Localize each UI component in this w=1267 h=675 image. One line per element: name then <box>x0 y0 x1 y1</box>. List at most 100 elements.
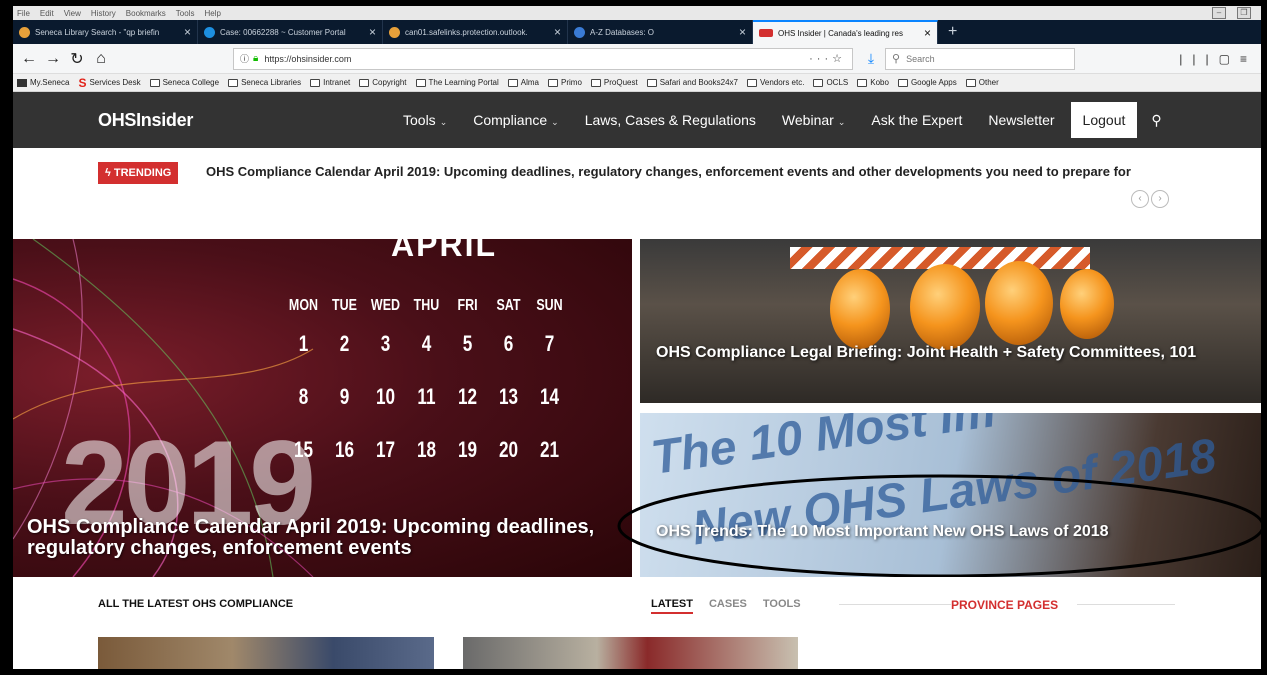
province-pages-heading[interactable]: PROVINCE PAGES <box>951 598 1058 612</box>
hero-feature-ohs-trends[interactable]: The 10 Most Im New OHS Laws of 2018 OHS … <box>640 413 1261 577</box>
tab-label: OHS Insider | Canada's leading res <box>778 28 904 38</box>
menu-edit[interactable]: Edit <box>40 9 54 18</box>
bookmark-primo[interactable]: Primo <box>548 78 582 87</box>
nav-compliance[interactable]: Compliance ⌄ <box>473 112 558 128</box>
calendar-date: 12 <box>457 384 478 409</box>
site-logo[interactable]: OHSInsider <box>98 110 193 131</box>
forward-icon[interactable]: → <box>41 50 65 68</box>
tab-ohs-insider[interactable]: OHS Insider | Canada's leading res × <box>753 20 938 44</box>
folder-icon <box>590 78 601 87</box>
bookmark-copyright[interactable]: Copyright <box>359 78 407 87</box>
calendar-date: 4 <box>421 331 432 356</box>
info-icon[interactable]: ⓘ <box>240 52 249 65</box>
menu-bar: File Edit View History Bookmarks Tools H… <box>13 6 1261 20</box>
menu-view[interactable]: View <box>64 9 81 18</box>
hero-feature-title[interactable]: OHS Compliance Calendar April 2019: Upco… <box>27 517 617 559</box>
calendar-date: 18 <box>416 437 437 462</box>
article-thumbnail[interactable] <box>98 637 434 669</box>
restore-icon[interactable]: ❐ <box>1237 7 1251 19</box>
navigation-bar: ← → ↻ ⌂ ⓘ 🔒︎ https://ohsinsider.com ···☆… <box>13 44 1261 74</box>
bookmark-other[interactable]: Other <box>965 78 999 87</box>
calendar-day: SAT <box>496 297 521 314</box>
folder-icon <box>415 78 426 87</box>
minimize-icon[interactable]: – <box>1212 7 1226 19</box>
folder-icon <box>548 78 558 87</box>
nav-laws-cases-regulations[interactable]: Laws, Cases & Regulations <box>585 112 756 128</box>
bookmark-google-apps[interactable]: Google Apps <box>897 78 957 87</box>
new-tab-icon[interactable]: + <box>938 20 967 44</box>
folder-icon <box>359 78 370 87</box>
close-icon[interactable]: × <box>739 25 746 39</box>
nav-webinar[interactable]: Webinar ⌄ <box>782 112 845 128</box>
close-icon[interactable]: × <box>184 25 191 39</box>
logout-button[interactable]: Logout <box>1070 102 1138 138</box>
tab-cases[interactable]: CASES <box>709 598 747 614</box>
calendar-day: SUN <box>536 297 563 314</box>
bookmark-services-desk[interactable]: S Services Desk <box>78 76 140 90</box>
database-favicon-icon <box>574 26 585 38</box>
chevron-down-icon: ⌄ <box>837 117 846 127</box>
folder-icon <box>965 78 976 87</box>
nav-tools[interactable]: Tools ⌄ <box>403 112 447 128</box>
menu-history[interactable]: History <box>91 9 116 18</box>
search-input[interactable]: ⚲ Search <box>885 47 1075 70</box>
menu-file[interactable]: File <box>17 9 30 18</box>
tab-tools[interactable]: TOOLS <box>763 598 801 614</box>
calendar-day: FRI <box>457 297 478 314</box>
folder-icon <box>746 78 757 87</box>
folder-icon <box>646 78 657 87</box>
nav-newsletter[interactable]: Newsletter <box>988 112 1054 128</box>
close-icon[interactable]: × <box>924 26 931 40</box>
tab-az-databases[interactable]: A-Z Databases: O × <box>568 20 753 44</box>
bookmark-alma[interactable]: Alma <box>507 78 539 87</box>
close-icon[interactable]: × <box>369 25 376 39</box>
tab-customer-portal[interactable]: Case: 00662288 ~ Customer Portal × <box>198 20 383 44</box>
home-icon[interactable]: ⌂ <box>89 50 113 68</box>
chevron-right-icon[interactable]: › <box>1151 190 1169 208</box>
calendar-date: 14 <box>539 384 560 409</box>
tab-latest[interactable]: LATEST <box>651 598 693 614</box>
menu-help[interactable]: Help <box>204 9 220 18</box>
bookmark-proquest[interactable]: ProQuest <box>590 78 638 87</box>
menu-bookmarks[interactable]: Bookmarks <box>126 9 166 18</box>
tab-safelinks[interactable]: can01.safelinks.protection.outlook. × <box>383 20 568 44</box>
ohs-favicon-icon <box>759 29 773 37</box>
hero-feature-title[interactable]: OHS Trends: The 10 Most Important New OH… <box>656 523 1109 541</box>
bookmark-safari[interactable]: Safari and Books24x7 <box>646 78 738 87</box>
chevron-left-icon[interactable]: ‹ <box>1131 190 1149 208</box>
tab-seneca-library[interactable]: Seneca Library Search - "qp briefin × <box>13 20 198 44</box>
bookmark-seneca-college[interactable]: Seneca College <box>149 78 219 87</box>
bookmark-intranet[interactable]: Intranet <box>310 78 350 87</box>
bookmark-my-seneca[interactable]: My.Seneca <box>17 78 69 87</box>
library-icon[interactable]: |||▢≡ <box>1179 52 1257 66</box>
divider <box>839 604 951 605</box>
page-actions-icon[interactable]: ···☆ <box>809 52 846 65</box>
seneca-icon <box>17 78 27 87</box>
nav-ask-the-expert[interactable]: Ask the Expert <box>871 112 962 128</box>
site-header: OHSInsider Tools ⌄ Compliance ⌄ Laws, Case… <box>13 92 1261 148</box>
address-bar[interactable]: ⓘ 🔒︎ https://ohsinsider.com ···☆ <box>233 47 853 70</box>
trending-headline-link[interactable]: OHS Compliance Calendar April 2019: Upco… <box>206 164 1131 179</box>
bookmark-kobo[interactable]: Kobo <box>857 78 889 87</box>
close-icon[interactable]: × <box>554 25 561 39</box>
bookmark-ocls[interactable]: OCLS <box>813 78 848 87</box>
calendar-date: 9 <box>339 384 350 409</box>
search-icon[interactable]: ⚲ <box>1151 112 1161 129</box>
hero-feature-calendar[interactable]: APRIL MON TUE WED THU FRI SAT SUN 1 2 3 … <box>13 239 632 577</box>
hero-feature-legal-briefing[interactable]: OHS Compliance Legal Briefing: Joint Hea… <box>640 239 1261 403</box>
calendar-date: 5 <box>462 331 473 356</box>
bookmark-learning-portal[interactable]: The Learning Portal <box>415 78 499 87</box>
calendar-date: 21 <box>539 437 560 462</box>
menu-tools[interactable]: Tools <box>176 9 195 18</box>
warning-lamp-image <box>1060 269 1114 339</box>
reload-icon[interactable]: ↻ <box>65 49 89 69</box>
back-icon[interactable]: ← <box>17 50 41 68</box>
bookmark-seneca-libraries[interactable]: Seneca Libraries <box>228 78 301 87</box>
folder-icon <box>310 78 321 87</box>
bookmark-vendors[interactable]: Vendors etc. <box>746 78 804 87</box>
download-icon[interactable]: ⤓ <box>861 50 881 67</box>
hero-feature-title[interactable]: OHS Compliance Legal Briefing: Joint Hea… <box>656 343 1246 363</box>
chevron-down-icon: ⌄ <box>439 117 448 127</box>
latest-tabs: LATEST CASES TOOLS <box>651 598 817 614</box>
article-thumbnail[interactable] <box>463 637 798 669</box>
